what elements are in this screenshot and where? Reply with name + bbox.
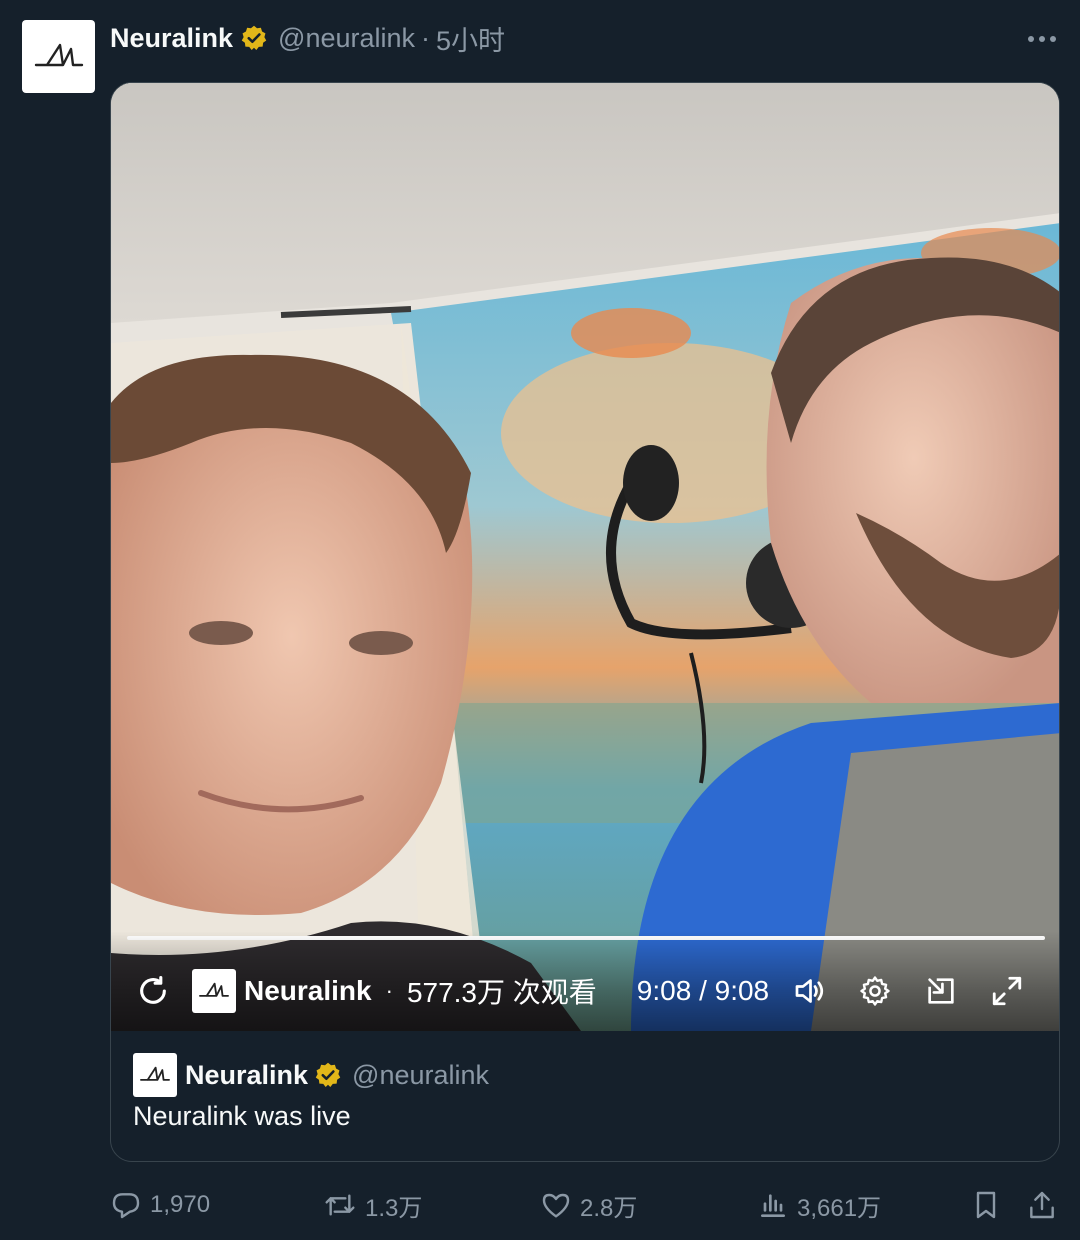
video-timestamp: 9:08 / 9:08 [636,975,770,1006]
reply-count: 1,970 [150,1191,211,1218]
channel-name[interactable]: Neuralink [244,975,372,1007]
neuralink-logo-icon [199,982,229,997]
video-frame [111,83,1059,1031]
quoted-post-header: Neuralink @neuralink [133,1053,1059,1097]
post-header: Neuralink @neuralink · 5小时 [110,20,1060,56]
quoted-author-handle[interactable]: @neuralink [352,1060,489,1091]
neuralink-logo-icon [140,1066,170,1081]
more-options-button[interactable] [1022,24,1062,54]
reply-button[interactable]: 1,970 [110,1184,210,1226]
volume-icon[interactable] [791,973,827,1009]
like-button[interactable]: 2.8万 [540,1184,637,1226]
settings-icon[interactable] [857,973,893,1009]
dock-icon[interactable] [923,973,959,1009]
separator: · [421,22,431,53]
quoted-author-avatar[interactable] [133,1053,177,1097]
bookmark-button[interactable] [970,1184,1010,1226]
author-name[interactable]: Neuralink [110,23,233,54]
video-player[interactable]: Neuralink · 577.3万 次观看 9:08 / 9:08 [111,83,1059,1031]
reply-icon [112,1193,140,1219]
heart-icon [542,1193,570,1218]
bookmark-icon [976,1191,996,1219]
fullscreen-icon[interactable] [989,973,1025,1009]
like-count: 2.8万 [580,1194,638,1222]
neuralink-logo-icon [34,43,83,66]
replay-icon[interactable] [135,973,171,1009]
share-button[interactable] [1026,1184,1066,1226]
views-button[interactable]: 3,661万 [757,1184,881,1226]
share-icon [1030,1191,1054,1219]
channel-logo [192,969,236,1013]
author-handle[interactable]: @neuralink [278,23,415,54]
post-actions-bar: 1,970 1.3万 2.8万 3,661万 [110,1184,1070,1226]
views-chart-icon [761,1194,785,1217]
quoted-author-name[interactable]: Neuralink [185,1060,308,1091]
repost-icon [325,1194,355,1216]
verified-badge-icon [240,24,268,52]
view-count-stat: 3,661万 [797,1194,882,1222]
view-count: 577.3万 次观看 [406,977,597,1008]
quoted-post-text: Neuralink was live [133,1101,351,1131]
post-time[interactable]: 5小时 [436,19,505,58]
separator: · [385,978,393,1003]
author-avatar[interactable] [22,20,95,93]
video-controls: Neuralink · 577.3万 次观看 9:08 / 9:08 [111,967,1059,1015]
more-horizontal-icon [1028,36,1056,42]
repost-count: 1.3万 [365,1194,423,1222]
embedded-video-card[interactable]: Neuralink · 577.3万 次观看 9:08 / 9:08 Neura… [110,82,1060,1162]
verified-badge-icon [314,1061,342,1089]
quoted-post[interactable]: Neuralink @neuralink Neuralink was live [111,1031,1059,1161]
repost-button[interactable]: 1.3万 [323,1184,422,1226]
